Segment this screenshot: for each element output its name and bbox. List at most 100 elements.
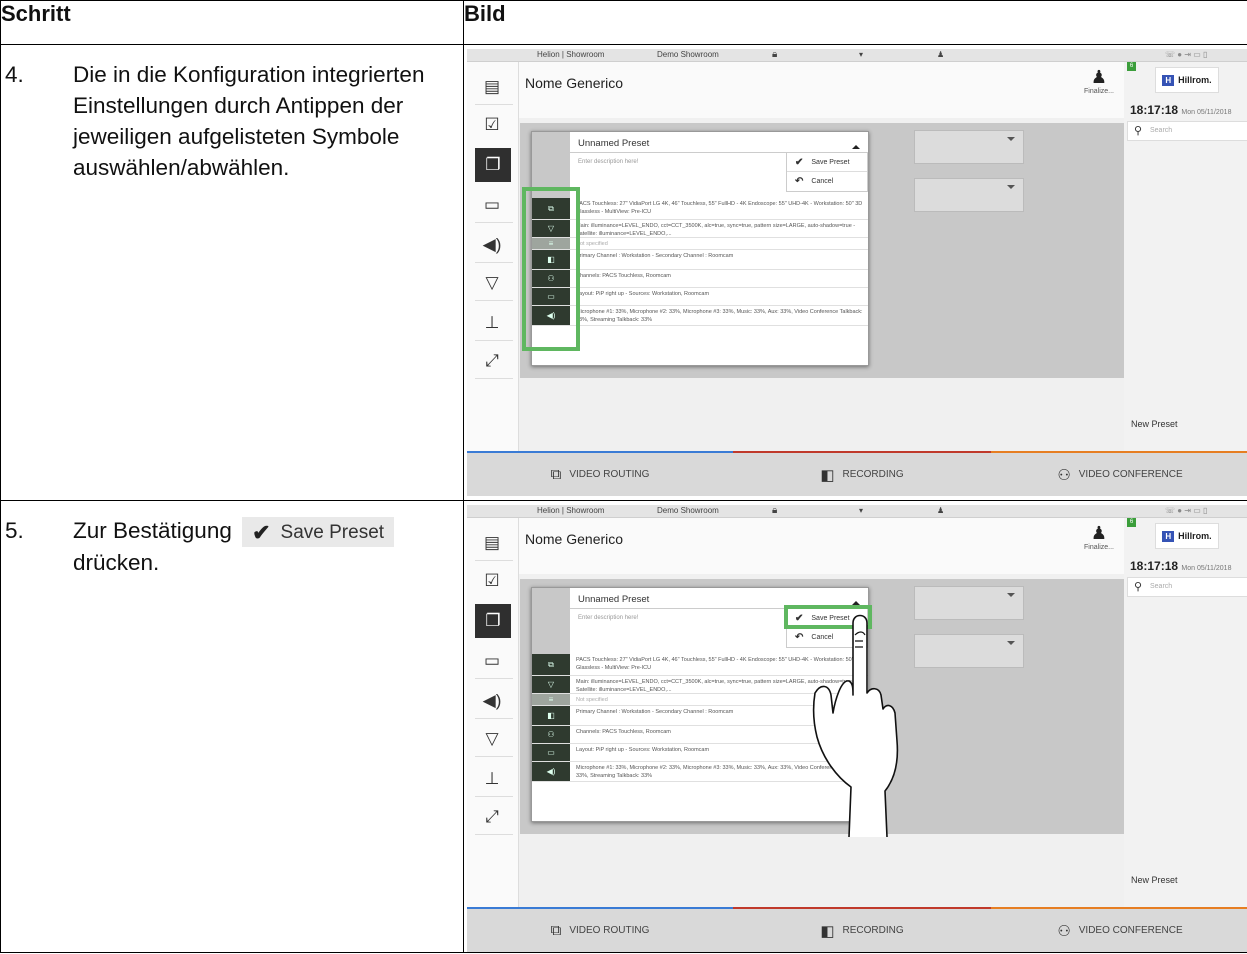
config-text: Channels: PACS Touchless, Roomcam [576,273,671,279]
patient-name: Nome Generico [525,75,624,91]
description-field[interactable]: Enter description here! [578,615,638,621]
audio-icon[interactable]: ◀) [477,686,507,716]
surgical-light-icon[interactable]: ▽ [477,724,507,754]
lock-icon[interactable]: 🔒︎ [772,49,777,60]
header-step: Schritt [0,0,464,45]
presets-icon[interactable]: ❐ [475,148,511,182]
expand-icon[interactable]: ⤢ [477,802,507,832]
preset-title[interactable]: Unnamed Preset [578,138,649,149]
monitor-icon[interactable]: ⧉ [532,654,570,675]
left-sidebar: ▤ ☑ ❐ ▭ ◀) ▽ ⊥ ⤢ [467,518,519,907]
config-row[interactable]: ◧ Primary Channel : Workstation - Seconda… [532,250,868,270]
search-placeholder: Search [1150,583,1173,590]
tab-recording[interactable]: ◧ RECORDING [733,451,991,496]
patient-name: Nome Generico [525,531,624,547]
preset-title[interactable]: Unnamed Preset [578,594,649,605]
step-text: Zur Bestätigung ✔ Save Preset drücken. [73,515,459,578]
camera-icon[interactable]: ◧ [532,706,570,725]
save-preset-button[interactable]: ✔ Save Preset [787,153,867,172]
new-preset-label[interactable]: New Preset [1131,419,1178,429]
description-field[interactable]: Enter description here! [578,159,638,165]
preset-slot[interactable] [914,178,1024,212]
preset-slot[interactable] [914,130,1024,164]
finalize-label: Finalize... [1084,88,1114,95]
expand-icon[interactable]: ⤢ [477,346,507,376]
tab-video-routing[interactable]: ⧉ VIDEO ROUTING [467,451,733,496]
preset-actions-menu: ✔ Save Preset ↶ Cancel [786,152,868,192]
lock-icon[interactable]: 🔒︎ [772,505,777,516]
config-row[interactable]: ≡ Not specified [532,238,868,250]
config-text: Main: illuminance=LEVEL_ENDO, cct=CCT_35… [576,223,856,237]
light-icon[interactable]: ▽ [532,676,570,693]
layout-icon[interactable]: ▭ [532,744,570,761]
tab-video-routing[interactable]: ⧉ VIDEO ROUTING [467,907,733,952]
new-preset-label[interactable]: New Preset [1131,875,1178,885]
user-icon[interactable]: ♟ [937,50,944,59]
check-icon: ✔ [252,519,271,545]
location-label: Helion | Showroom [537,506,605,515]
step-number: 4. [5,62,24,87]
config-row[interactable]: ▭ Layout: PiP right up - Sources: Worksta… [532,288,868,306]
search-input[interactable]: ⚲ Search [1127,121,1247,141]
search-input[interactable]: ⚲ Search [1127,577,1247,597]
search-icon: ⚲ [1134,581,1143,593]
date: Mon 05/11/2018 [1181,109,1232,116]
patient-card-icon[interactable]: ▤ [477,528,507,558]
logo-mark: H [1162,530,1175,542]
screenshot-step-4: Helion | Showroom Demo Showroom 🔒︎ ▾ ♟ ☏… [467,49,1247,496]
audio-icon[interactable]: ◀) [532,762,570,781]
instruction-table: Schritt Bild 4. Die in die Konfiguration… [0,0,1247,953]
finalize-button[interactable]: ♟ Finalize... [1079,523,1119,551]
step-cell-5: 5. Zur Bestätigung ✔ Save Preset drücken. [0,500,464,953]
video-conference-icon: ⚇ [1057,922,1071,940]
surgical-light-icon[interactable]: ▽ [477,268,507,298]
location-label: Helion | Showroom [537,50,605,59]
operating-table-icon[interactable]: ⊥ [477,764,507,794]
config-row[interactable]: ◀) Microphone #1: 33%, Microphone #2: 33%… [532,306,868,326]
monitor-icon[interactable]: ▭ [477,190,507,220]
collapse-icon[interactable] [852,597,860,605]
config-row[interactable]: ⧉ PACS Touchless: 27" VidiaPort LG 4K, 46… [532,198,868,220]
checklist-icon[interactable]: ☑ [477,110,507,140]
cancel-button[interactable]: ↶ Cancel [787,172,867,191]
config-text: Not specified [576,241,608,247]
conference-icon[interactable]: ⚇ [532,726,570,743]
image-cell-5: Helion | Showroom Demo Showroom 🔒︎ ▾ ♟ ☏… [463,500,1247,953]
recording-icon: ◧ [820,922,835,940]
tab-recording[interactable]: ◧ RECORDING [733,907,991,952]
header-image: Bild [463,0,1247,45]
patient-card-icon[interactable]: ▤ [477,72,507,102]
chevron-down-icon[interactable]: ▾ [859,50,863,59]
checklist-icon[interactable]: ☑ [477,566,507,596]
collapse-icon[interactable] [852,141,860,149]
video-conference-icon: ⚇ [1057,466,1071,484]
logo-mark: H [1162,74,1175,86]
hillrom-logo: H Hillrom. [1155,523,1219,549]
clock: 18:17:18 Mon 05/11/2018 [1130,103,1231,117]
tab-video-conference[interactable]: ⚇ VIDEO CONFERENCE [991,907,1247,952]
tab-label: VIDEO ROUTING [569,925,650,936]
screenshot-step-5: Helion | Showroom Demo Showroom 🔒︎ ▾ ♟ ☏… [467,505,1247,952]
monitor-icon[interactable]: ▭ [477,646,507,676]
cancel-label: Cancel [811,178,834,185]
image-cell-4: Helion | Showroom Demo Showroom 🔒︎ ▾ ♟ ☏… [463,44,1247,501]
user-icon[interactable]: ♟ [937,506,944,515]
operating-table-icon[interactable]: ⊥ [477,308,507,338]
logo-text: Hillrom. [1178,531,1212,541]
config-text: Microphone #1: 33%, Microphone #2: 33%, … [576,309,863,323]
hillrom-logo: H Hillrom. [1155,67,1219,93]
tab-label: RECORDING [842,925,904,936]
bottom-tabs: ⧉ VIDEO ROUTING ◧ RECORDING ⚇ VIDEO CONFERE… [467,907,1247,952]
chevron-down-icon[interactable]: ▾ [859,506,863,515]
finalize-icon: ♟ [1090,523,1108,543]
presets-icon[interactable]: ❐ [475,604,511,638]
finalize-button[interactable]: ♟ Finalize... [1079,67,1119,95]
tab-video-conference[interactable]: ⚇ VIDEO CONFERENCE [991,451,1247,496]
preset-slot[interactable] [914,634,1024,668]
config-row[interactable]: ▽ Main: illuminance=LEVEL_ENDO, cct=CCT_3… [532,220,868,238]
preset-slot[interactable] [914,586,1024,620]
config-row[interactable]: ⚇ Channels: PACS Touchless, Roomcam [532,270,868,288]
table-icon[interactable]: ≡ [532,694,570,705]
audio-icon[interactable]: ◀) [477,230,507,260]
save-preset-button-inline: ✔ Save Preset [242,517,395,548]
